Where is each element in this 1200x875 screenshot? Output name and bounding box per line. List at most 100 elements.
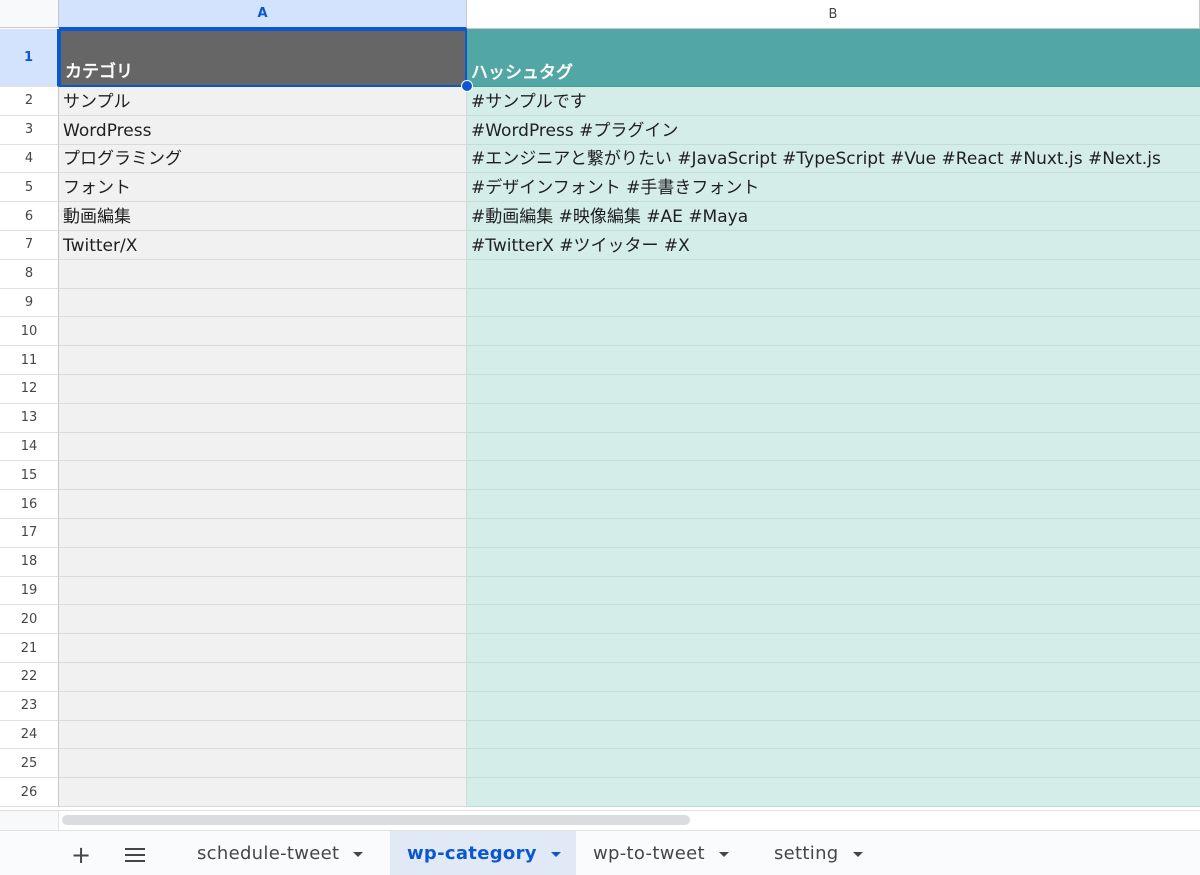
row-header[interactable]: 22 (0, 663, 59, 692)
cell-hashtag[interactable] (467, 288, 1200, 318)
cell-category[interactable] (59, 663, 467, 692)
cell-category[interactable] (59, 288, 467, 318)
horizontal-scrollbar[interactable] (0, 810, 1200, 830)
chevron-down-icon[interactable] (718, 852, 729, 857)
cell-hashtag[interactable] (467, 519, 1200, 548)
row-header[interactable]: 1 (0, 29, 59, 87)
cell-category[interactable] (59, 749, 467, 779)
sheet-tab-schedule-tweet[interactable]: schedule-tweet (187, 831, 373, 875)
row-header[interactable]: 5 (0, 173, 59, 203)
cell-category[interactable] (59, 519, 467, 548)
row-header[interactable]: 20 (0, 605, 59, 635)
scrollbar-thumb[interactable] (62, 815, 690, 825)
add-sheet-button[interactable]: + (63, 837, 99, 873)
header-cell-hashtag[interactable]: ハッシュタグ (467, 29, 1200, 87)
cell-hashtag[interactable] (467, 634, 1200, 663)
cell-category[interactable] (59, 490, 467, 519)
cell-hashtag[interactable] (467, 720, 1200, 750)
column-header-a[interactable]: A (59, 0, 467, 29)
row-header[interactable]: 19 (0, 576, 59, 606)
row-header[interactable]: 18 (0, 547, 59, 577)
cell-category[interactable] (59, 346, 467, 375)
cell-hashtag[interactable]: #デザインフォント #手書きフォント (467, 173, 1200, 203)
cell-category[interactable] (59, 461, 467, 491)
row-header[interactable]: 12 (0, 375, 59, 404)
cell-category[interactable] (59, 576, 467, 606)
cell-category[interactable] (59, 720, 467, 750)
header-cell-category[interactable]: カテゴリ (59, 29, 467, 87)
row-header[interactable]: 11 (0, 346, 59, 375)
cell-hashtag[interactable] (467, 346, 1200, 375)
row-header[interactable]: 21 (0, 634, 59, 663)
sheet-tab-setting[interactable]: setting (764, 831, 873, 875)
cell-hashtag[interactable] (467, 605, 1200, 635)
sheet-tab-label: setting (774, 843, 839, 864)
chevron-down-icon[interactable] (353, 852, 364, 857)
row-header[interactable]: 23 (0, 691, 59, 721)
row-header[interactable]: 14 (0, 432, 59, 462)
row-header[interactable]: 15 (0, 461, 59, 491)
cell-hashtag[interactable] (467, 259, 1200, 289)
sheet-grid: A B 1 カテゴリ ハッシュタグ 2 サンプル #サンプルです 3 WordPress #Wo… (0, 0, 1200, 810)
spreadsheet-app: A B 1 カテゴリ ハッシュタグ 2 サンプル #サンプルです 3 WordPress #Wo… (0, 0, 1200, 875)
cell-category[interactable]: WordPress (59, 115, 467, 145)
cell-hashtag[interactable] (467, 691, 1200, 721)
all-sheets-button[interactable] (117, 837, 153, 873)
cell-hashtag[interactable] (467, 317, 1200, 347)
chevron-down-icon[interactable] (852, 852, 863, 857)
cell-hashtag[interactable]: #動画編集 #映像編集 #AE #Maya (467, 202, 1200, 231)
cell-category[interactable] (59, 778, 467, 807)
row-header[interactable]: 7 (0, 231, 59, 260)
row-header[interactable]: 4 (0, 144, 59, 174)
row-header[interactable]: 9 (0, 288, 59, 318)
selection-fill-handle[interactable] (461, 80, 473, 92)
row-header[interactable]: 16 (0, 490, 59, 519)
cell-hashtag[interactable] (467, 490, 1200, 519)
row-header[interactable]: 10 (0, 317, 59, 347)
cell-category[interactable]: プログラミング (59, 144, 467, 174)
cell-hashtag[interactable] (467, 749, 1200, 779)
row-header[interactable]: 26 (0, 778, 59, 807)
cell-category[interactable] (59, 375, 467, 404)
chevron-down-icon[interactable] (550, 852, 561, 857)
cell-hashtag[interactable]: #エンジニアと繋がりたい #JavaScript #TypeScript #Vu… (467, 144, 1200, 174)
cell-hashtag[interactable]: #WordPress #プラグイン (467, 115, 1200, 145)
cell-category[interactable] (59, 432, 467, 462)
row-header[interactable]: 13 (0, 403, 59, 433)
select-all-corner[interactable] (0, 0, 59, 28)
row-header[interactable]: 25 (0, 749, 59, 779)
cell-hashtag[interactable] (467, 576, 1200, 606)
scrollbar-corner (0, 811, 59, 830)
cell-hashtag[interactable] (467, 547, 1200, 577)
cell-category[interactable] (59, 547, 467, 577)
cell-hashtag[interactable]: #TwitterX #ツイッター #X (467, 231, 1200, 260)
sheet-tab-label: wp-to-tweet (593, 843, 705, 864)
row-header[interactable]: 3 (0, 115, 59, 145)
cell-category[interactable]: Twitter/X (59, 231, 467, 260)
column-header-b[interactable]: B (467, 0, 1200, 29)
cell-hashtag[interactable] (467, 663, 1200, 692)
cell-hashtag[interactable]: #サンプルです (467, 87, 1200, 116)
cell-category[interactable]: フォント (59, 173, 467, 203)
cell-category[interactable]: 動画編集 (59, 202, 467, 231)
cell-hashtag[interactable] (467, 403, 1200, 433)
sheet-tab-wp-to-tweet[interactable]: wp-to-tweet (583, 831, 739, 875)
sheet-tab-wp-category[interactable]: wp-category (390, 831, 576, 875)
cell-hashtag[interactable] (467, 461, 1200, 491)
cell-category[interactable]: サンプル (59, 87, 467, 116)
cell-category[interactable] (59, 634, 467, 663)
cell-category[interactable] (59, 317, 467, 347)
row-header[interactable]: 17 (0, 519, 59, 548)
plus-icon: + (70, 841, 92, 869)
row-header[interactable]: 6 (0, 202, 59, 231)
row-header[interactable]: 24 (0, 720, 59, 750)
cell-category[interactable] (59, 691, 467, 721)
cell-hashtag[interactable] (467, 778, 1200, 807)
row-header[interactable]: 8 (0, 259, 59, 289)
cell-category[interactable] (59, 259, 467, 289)
cell-category[interactable] (59, 605, 467, 635)
cell-hashtag[interactable] (467, 375, 1200, 404)
cell-category[interactable] (59, 403, 467, 433)
cell-hashtag[interactable] (467, 432, 1200, 462)
row-header[interactable]: 2 (0, 87, 59, 116)
